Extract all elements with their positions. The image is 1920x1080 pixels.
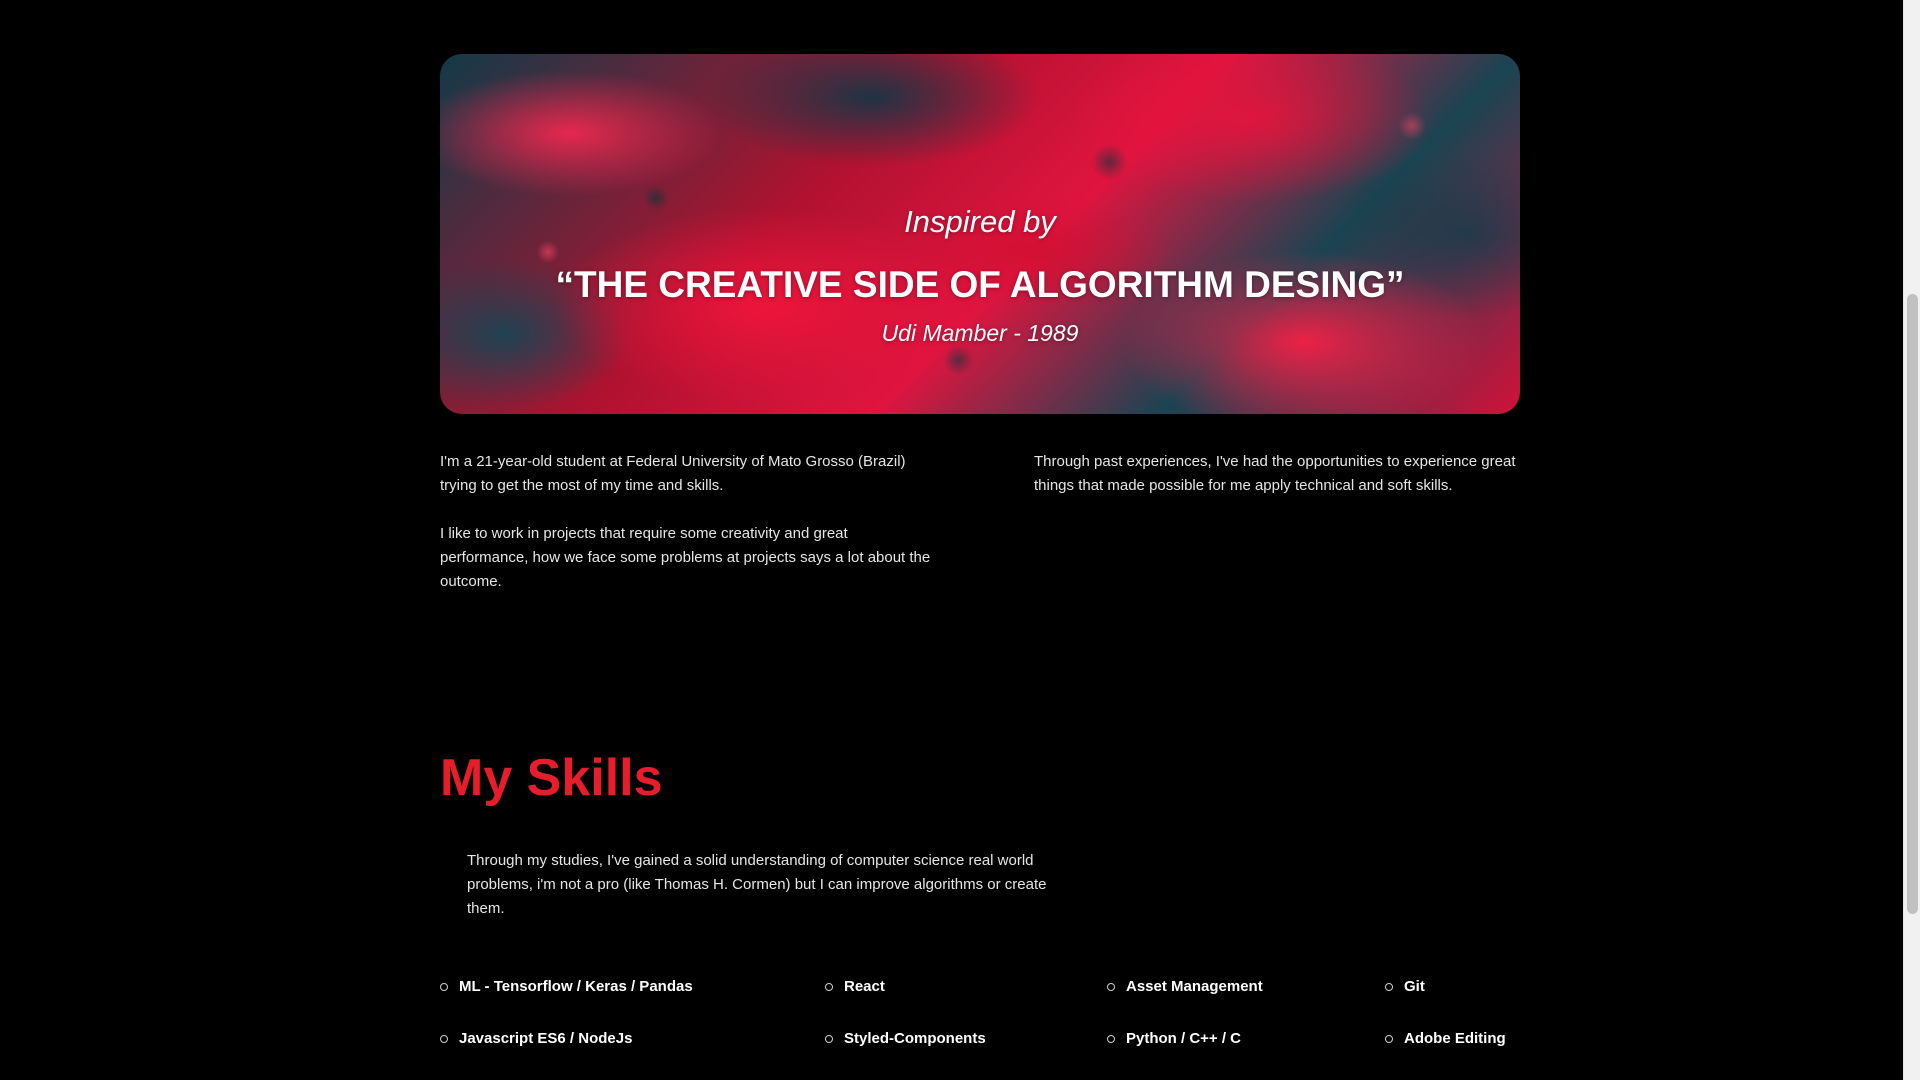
skill-item: Asset Management [1107,978,1263,995]
skill-label: Javascript ES6 / NodeJs [459,1030,633,1047]
skill-label: Python / C++ / C [1126,1030,1242,1047]
bullet-icon [440,982,448,991]
skill-label: Styled-Components [844,1030,986,1047]
bullet-icon [1385,982,1393,991]
banner-inspired-label: Inspired by [904,204,1056,239]
skills-description: Through my studies, I've gained a solid … [467,852,1047,917]
skills-title: My Skills [440,749,663,807]
banner-author: Udi Mamber - 1989 [881,320,1079,346]
skill-item: React [825,978,885,995]
skill-label: Git [1404,978,1425,995]
bullet-icon [440,1034,448,1043]
bullet-icon [1107,982,1115,991]
banner-quote: “THE CREATIVE SIDE OF ALGORITHM DESING” [555,264,1405,305]
skill-label: ML - Tensorflow / Keras / Pandas [459,978,693,995]
skill-item: Styled-Components [825,1030,986,1047]
about-paragraph-1: I'm a 21-year-old student at Federal Uni… [440,453,906,494]
about-paragraph-3: Through past experiences, I've had the o… [1034,453,1516,494]
scrollbar-thumb[interactable] [1907,294,1918,914]
quote-banner: Inspired by “THE CREATIVE SIDE OF ALGORI… [440,54,1520,414]
skill-label: Asset Management [1126,978,1263,995]
skill-item: Git [1385,978,1425,995]
about-paragraph-2: I like to work in projects that require … [440,525,931,590]
bullet-icon [1107,1034,1115,1043]
skill-item: Python / C++ / C [1107,1030,1241,1047]
skill-label: Adobe Editing [1404,1030,1506,1047]
bullet-icon [1385,1034,1393,1043]
banner-text: Inspired by “THE CREATIVE SIDE OF ALGORI… [440,54,1520,414]
skill-item: Javascript ES6 / NodeJs [440,1030,632,1047]
vertical-scrollbar[interactable] [1903,0,1920,1080]
bullet-icon [825,1034,833,1043]
skill-label: React [844,978,885,995]
bullet-icon [825,982,833,991]
skill-item: ML - Tensorflow / Keras / Pandas [440,978,693,995]
page: Inspired by “THE CREATIVE SIDE OF ALGORI… [0,0,1920,1080]
skill-item: Adobe Editing [1385,1030,1506,1047]
